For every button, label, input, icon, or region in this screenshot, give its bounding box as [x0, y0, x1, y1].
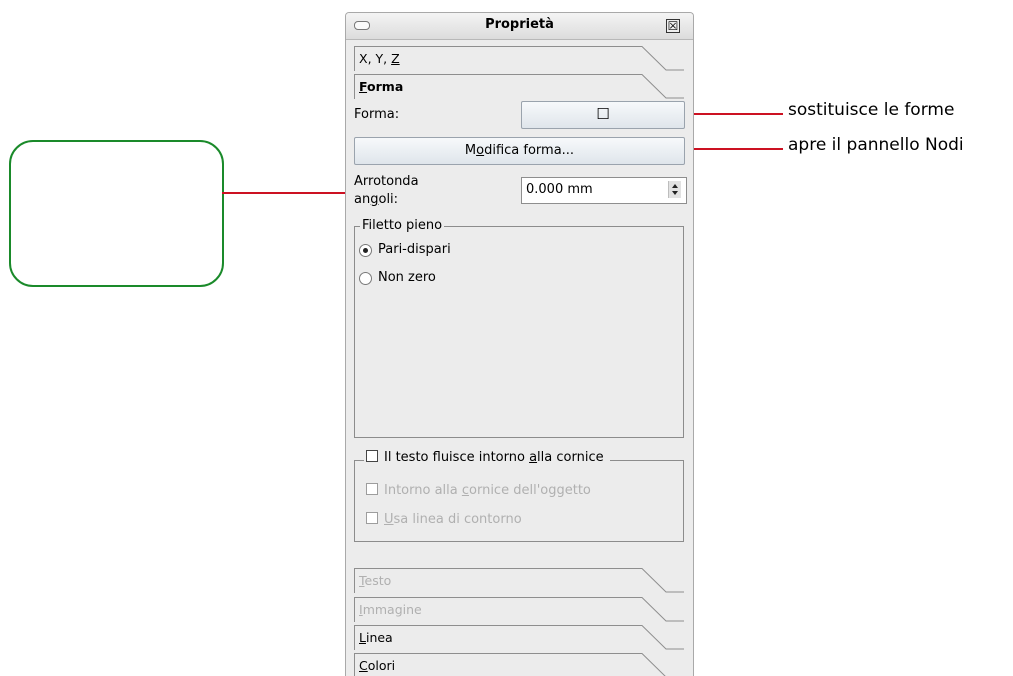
callout-line-forme: [683, 113, 783, 115]
close-icon[interactable]: ☒: [666, 19, 680, 33]
arrotonda-angoli-label: Arrotonda angoli:: [354, 174, 419, 207]
radio-unselected-icon[interactable]: [359, 272, 372, 285]
callout-sostituisce-forme: sostituisce le forme: [788, 100, 955, 120]
text-flow-checkbox[interactable]: Il testo fluisce intorno alla cornice: [364, 450, 610, 465]
tab-immagine-label: Immagine: [359, 602, 422, 617]
tab-colori-label: Colori: [359, 658, 396, 673]
linea-contorno-label: Usa linea di contorno: [384, 512, 522, 527]
arrotonda-angoli-value[interactable]: 0.000 mm: [526, 182, 593, 197]
forma-label: Forma:: [354, 107, 400, 122]
title-bar[interactable]: Proprietà ☒: [346, 13, 693, 40]
arrotonda-angoli-spinbox[interactable]: 0.000 mm: [521, 177, 687, 204]
forma-shape-button[interactable]: ☐: [521, 101, 685, 129]
tab-testo-label: Testo: [359, 573, 392, 588]
checkbox-intorno-cornice[interactable]: Intorno alla cornice dell'oggetto: [366, 483, 591, 498]
tab-forma[interactable]: Forma: [354, 74, 684, 99]
intorno-cornice-label: Intorno alla cornice dell'oggetto: [384, 483, 591, 498]
callout-line-arrotonda: [222, 192, 352, 194]
tab-xyz-label: X, Y, Z: [359, 51, 400, 66]
text-flow-group: [354, 460, 684, 542]
rounded-corner-example-shape: [9, 140, 224, 287]
callout-pannello-nodi: apre il pannello Nodi: [788, 135, 964, 155]
radio-pari-dispari[interactable]: Pari-dispari: [359, 241, 499, 259]
checkbox-linea-contorno[interactable]: Usa linea di contorno: [366, 512, 522, 527]
radio-non-zero-label: Non zero: [378, 270, 436, 285]
tab-linea[interactable]: Linea: [354, 625, 684, 650]
callout-line-nodi: [683, 148, 783, 150]
modifica-forma-label: Modifica forma...: [464, 143, 575, 158]
tab-linea-label: Linea: [359, 630, 393, 645]
radio-selected-icon[interactable]: [359, 244, 372, 257]
tab-forma-label: Forma: [359, 79, 404, 94]
radio-non-zero[interactable]: Non zero: [359, 269, 499, 287]
properties-panel: Proprietà ☒ X, Y, Z Forma Forma: ☐ Modif…: [345, 12, 694, 676]
radio-pari-dispari-label: Pari-dispari: [378, 242, 451, 257]
tab-xyz[interactable]: X, Y, Z: [354, 46, 684, 71]
panel-title: Proprietà: [485, 17, 554, 32]
tab-testo[interactable]: Testo: [354, 568, 684, 593]
modifica-forma-button[interactable]: Modifica forma...: [354, 137, 685, 165]
checkbox-icon[interactable]: [366, 512, 378, 524]
checkbox-icon[interactable]: [366, 450, 378, 462]
tab-colori[interactable]: Colori: [354, 653, 684, 676]
tab-immagine[interactable]: Immagine: [354, 597, 684, 622]
filetto-pieno-title: Filetto pieno: [360, 218, 445, 233]
square-shape-icon: ☐: [596, 105, 610, 123]
checkbox-icon[interactable]: [366, 483, 378, 495]
spin-arrows-icon[interactable]: [668, 181, 681, 198]
